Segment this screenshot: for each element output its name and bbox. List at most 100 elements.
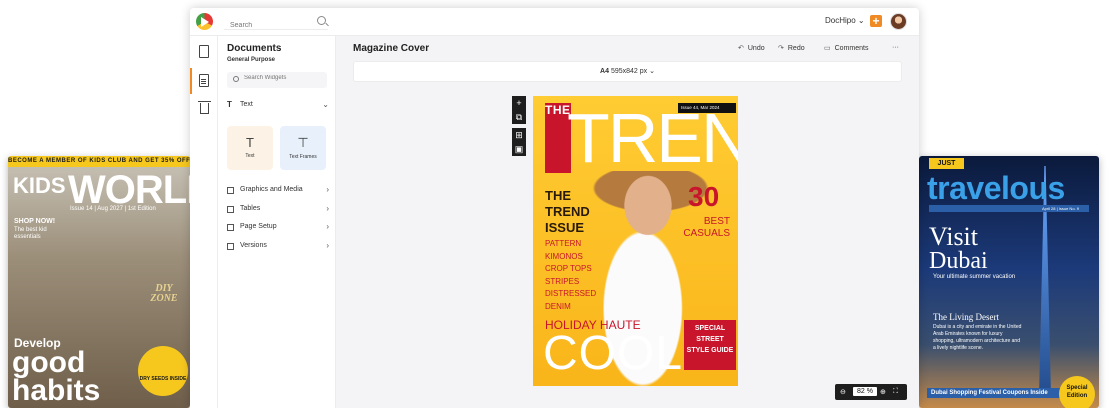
text-frame-icon: ⊤	[297, 135, 309, 150]
section-tables[interactable]: Tables ›	[227, 204, 329, 216]
promo-bar: BECOME A MEMBER OF KIDS CLUB AND GET 35%…	[8, 156, 190, 167]
zoom-out-icon[interactable]: ⊖	[840, 388, 846, 396]
widgets-panel: Documents General Purpose T Text ⌄ T Tex…	[218, 36, 336, 408]
cover-issue[interactable]: Issue 44, Mar 2024	[678, 103, 736, 113]
duplicate-page-icon[interactable]: ⧉	[512, 110, 526, 124]
tile-text[interactable]: T Text	[227, 126, 273, 170]
tagline: Your ultimate summer vacation	[933, 274, 1016, 280]
cover-item: PATTERN	[545, 239, 582, 248]
cover-items-list[interactable]: PATTERN KIMONOS CROP TOPS STRIPES DISTRE…	[545, 238, 596, 313]
page-size-selector[interactable]: A4 595x842 px ⌄	[353, 61, 902, 82]
table-icon	[227, 206, 234, 213]
dubai-text: Dubai	[929, 248, 988, 274]
global-search[interactable]	[224, 14, 328, 30]
zoom-control: ⊖ 82 % ⊕ ⛶	[835, 384, 907, 400]
section-text[interactable]: T Text ⌄	[227, 100, 329, 112]
cover-best-casuals[interactable]: BEST CASUALS	[676, 216, 730, 240]
page-tools: + ⧉ ⊞ ▣	[512, 96, 526, 156]
cover-item: KIMONOS	[545, 251, 583, 261]
section-page-setup-label: Page Setup	[240, 223, 277, 230]
visit-text: Visit	[929, 222, 979, 251]
habits-text: habits	[12, 374, 101, 407]
image-icon	[227, 187, 234, 194]
kids-world-magazine-preview: BECOME A MEMBER OF KIDS CLUB AND GET 35%…	[8, 156, 190, 408]
desert-description: Dubai is a city and emirate in the Unite…	[933, 324, 1022, 351]
undo-label: Undo	[747, 45, 765, 52]
tile-text-frames[interactable]: ⊤ Text Frames	[280, 126, 326, 170]
section-versions[interactable]: Versions ›	[227, 241, 329, 253]
stage: BECOME A MEMBER OF KIDS CLUB AND GET 35%…	[0, 0, 1109, 408]
layout-icon[interactable]: ▣	[512, 142, 526, 156]
chevron-down-icon: ⌄	[322, 100, 329, 109]
search-icon[interactable]	[317, 16, 326, 25]
tile-text-label: Text	[245, 153, 255, 159]
section-graphics[interactable]: Graphics and Media ›	[227, 185, 329, 197]
widget-search[interactable]	[227, 72, 327, 88]
cover-item: DISTRESSED	[545, 289, 597, 298]
section-graphics-label: Graphics and Media	[240, 186, 303, 193]
chevron-right-icon: ›	[326, 222, 329, 231]
cover-thirty[interactable]: 30	[688, 181, 719, 213]
tile-text-frames-label: Text Frames	[289, 154, 317, 160]
page-icon	[227, 224, 234, 231]
redo-label: Redo	[787, 45, 805, 52]
more-menu[interactable]: ···	[892, 44, 899, 51]
versions-icon	[227, 243, 234, 250]
desert-heading: The Living Desert	[933, 312, 999, 322]
section-versions-label: Versions	[240, 242, 267, 249]
comment-icon: ▭	[824, 45, 831, 52]
zoom-number: 82	[857, 388, 865, 395]
search-icon	[233, 76, 239, 82]
editor-window: DocHipo ⌄ + Documents General Purpose	[190, 8, 919, 408]
trash-icon	[198, 101, 211, 114]
zoom-in-icon[interactable]: ⊕	[880, 388, 886, 396]
text-t-icon: T	[246, 135, 254, 150]
brand-kids: KIDS	[13, 173, 66, 198]
global-search-input[interactable]	[230, 22, 310, 29]
cover-headline[interactable]: THE TREND ISSUE	[545, 188, 605, 236]
dry-seeds-badge: DRY SEEDS INSIDE	[138, 346, 188, 396]
redo-icon: ↷	[778, 45, 784, 52]
special-edition-badge: Special Edition	[1059, 376, 1095, 408]
add-page-icon[interactable]: +	[512, 96, 526, 110]
section-page-setup[interactable]: Page Setup ›	[227, 222, 329, 234]
coupon-banner: Dubai Shopping Festival Coupons Inside	[927, 388, 1067, 398]
shop-now: SHOP NOW!	[14, 218, 56, 225]
comments-label: Comments	[834, 45, 869, 52]
account-menu[interactable]: DocHipo ⌄	[825, 16, 865, 25]
zoom-unit: %	[866, 388, 873, 395]
rail-trash[interactable]	[197, 100, 211, 116]
cover-cool[interactable]: COOL	[543, 326, 683, 381]
rail-documents[interactable]	[190, 68, 211, 94]
avatar[interactable]	[890, 13, 907, 30]
cover-item: CROP TOPS	[545, 264, 592, 273]
redo-button[interactable]: ↷ Redo	[778, 44, 805, 52]
document-lines	[201, 79, 206, 80]
document-title[interactable]: Magazine Cover	[353, 43, 429, 54]
create-button[interactable]: +	[870, 15, 882, 27]
page-size-value: 595x842 px ⌄	[610, 68, 655, 75]
chevron-right-icon: ›	[326, 241, 329, 250]
travelous-magazine-preview: JUST travelous April 28 | Issue No. 9 Vi…	[919, 156, 1099, 408]
top-nav: DocHipo ⌄ +	[190, 8, 919, 36]
section-tables-label: Tables	[240, 205, 261, 212]
page-size-label: A4	[600, 68, 609, 75]
cover-special-box[interactable]: SPECIAL STREET STYLE GUIDE	[684, 320, 736, 370]
cover-item: STRIPES	[545, 276, 580, 286]
rail-new-document[interactable]	[197, 44, 211, 60]
canvas-area: Magazine Cover ↶ Undo ↷ Redo ▭ Comments ···…	[336, 36, 919, 408]
zoom-value[interactable]: 82 %	[853, 387, 877, 396]
just-label: JUST	[929, 158, 964, 169]
dochipo-logo-icon[interactable]	[196, 13, 213, 30]
fullscreen-icon[interactable]: ⛶	[893, 388, 898, 396]
shop-sub: The best kid essentials	[14, 227, 47, 240]
cover-item: DENIM	[545, 301, 571, 311]
comments-button[interactable]: ▭ Comments	[824, 44, 868, 52]
brand-travelous: travelous	[927, 170, 1065, 206]
text-t-icon: T	[227, 100, 232, 109]
magazine-cover-page[interactable]: THE TRENZ Issue 44, Mar 2024 THE TREND I…	[533, 96, 738, 386]
chevron-right-icon: ›	[326, 204, 329, 213]
widget-search-input[interactable]	[244, 75, 324, 81]
grid-icon[interactable]: ⊞	[512, 128, 526, 142]
undo-button[interactable]: ↶ Undo	[738, 44, 765, 52]
